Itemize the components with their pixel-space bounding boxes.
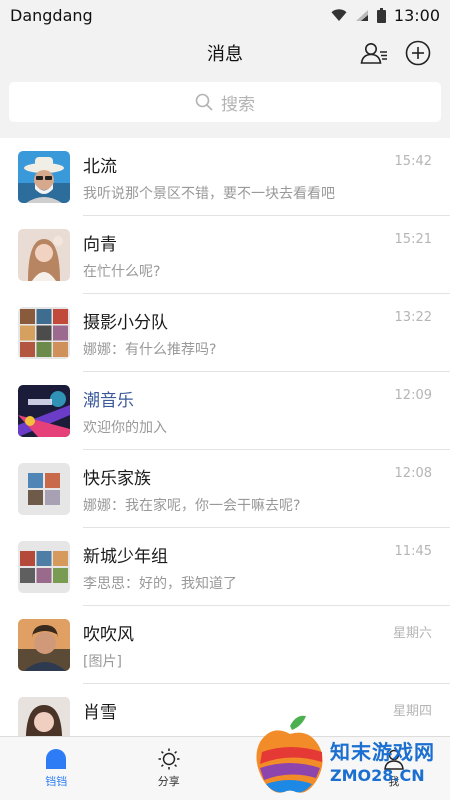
tab-label: 分享 — [157, 775, 180, 788]
tab-dangdang[interactable]: 铛铛 — [0, 737, 113, 800]
chat-name: 吹吹风 — [83, 625, 134, 645]
chat-name: 向青 — [83, 235, 117, 255]
chat-time: 星期六 — [392, 626, 432, 641]
add-button[interactable] — [404, 39, 432, 67]
nav-actions — [360, 39, 432, 67]
contacts-button[interactable] — [360, 39, 388, 67]
search-icon — [195, 93, 213, 111]
watermark-domain: ZMO28.CN — [330, 766, 425, 785]
chat-item[interactable]: 吹吹风 星期六 [图片] — [0, 606, 450, 684]
contacts-icon — [360, 43, 387, 64]
chat-preview: 在忙什么呢? — [83, 264, 161, 280]
group-avatar — [18, 541, 70, 593]
group-avatar — [18, 463, 70, 515]
chat-time: 12:09 — [394, 388, 432, 403]
chat-item[interactable]: 新城少年组 11:45 李思思：好的，我知道了 — [0, 528, 450, 606]
chat-name: 肖雪 — [83, 703, 117, 723]
nav-bar: 消息 — [0, 30, 450, 76]
tab-label: 铛铛 — [45, 775, 68, 788]
wifi-icon — [331, 8, 347, 21]
avatar — [18, 619, 70, 671]
chat-preview: 我听说那个景区不错，要不一块去看看吧 — [83, 186, 335, 202]
signal-icon — [355, 9, 368, 21]
sun-icon — [158, 748, 180, 770]
chat-name: 新城少年组 — [83, 547, 168, 567]
chat-name: 潮音乐 — [83, 391, 134, 411]
battery-icon — [376, 7, 386, 23]
plus-circle-icon — [405, 40, 431, 66]
apple-logo-icon — [256, 715, 323, 793]
tab-share[interactable]: 分享 — [113, 737, 226, 800]
chat-name: 摄影小分队 — [83, 313, 168, 333]
chat-item[interactable]: 向青 15:21 在忙什么呢? — [0, 216, 450, 294]
chat-time: 13:22 — [394, 310, 432, 325]
chat-preview: 娜娜：有什么推荐吗? — [83, 342, 217, 358]
search-input[interactable]: 搜索 — [9, 82, 441, 122]
avatar — [18, 229, 70, 281]
carrier-name: Dangdang — [10, 5, 93, 25]
chat-preview: 娜娜：我在家呢，你一会干嘛去呢? — [83, 498, 301, 514]
chat-time: 12:08 — [394, 466, 432, 481]
chat-time: 11:45 — [394, 544, 432, 559]
chat-list: 北流 15:42 我听说那个景区不错，要不一块去看看吧 向青 15:21 在忙什… — [0, 138, 450, 736]
chat-name: 快乐家族 — [83, 469, 151, 489]
watermark-logo: 知末游戏网 ZMO28.CN — [250, 712, 450, 800]
status-bar: Dangdang 13:00 — [0, 0, 450, 30]
chat-item[interactable]: 快乐家族 12:08 娜娜：我在家呢，你一会干嘛去呢? — [0, 450, 450, 528]
page-title: 消息 — [207, 44, 243, 65]
chat-name: 北流 — [83, 157, 117, 177]
chat-preview: 李思思：好的，我知道了 — [83, 576, 237, 592]
chat-preview: 欢迎你的加入 — [83, 420, 167, 436]
chat-time: 15:21 — [394, 232, 432, 247]
chat-preview: [图片] — [83, 654, 122, 670]
search-placeholder: 搜索 — [221, 94, 255, 115]
status-icons: 13:00 — [331, 6, 440, 25]
group-avatar — [18, 307, 70, 359]
avatar — [18, 697, 70, 736]
search-area: 搜索 — [0, 76, 450, 138]
avatar — [18, 151, 70, 203]
chat-item[interactable]: 北流 15:42 我听说那个景区不错，要不一块去看看吧 — [0, 138, 450, 216]
chat-item[interactable]: 摄影小分队 13:22 娜娜：有什么推荐吗? — [0, 294, 450, 372]
status-time: 13:00 — [393, 5, 440, 25]
avatar — [18, 385, 70, 437]
bell-icon — [46, 749, 67, 769]
chat-item[interactable]: 潮音乐 12:09 欢迎你的加入 — [0, 372, 450, 450]
watermark-text: 知末游戏网 — [330, 740, 435, 764]
chat-time: 15:42 — [394, 154, 432, 169]
